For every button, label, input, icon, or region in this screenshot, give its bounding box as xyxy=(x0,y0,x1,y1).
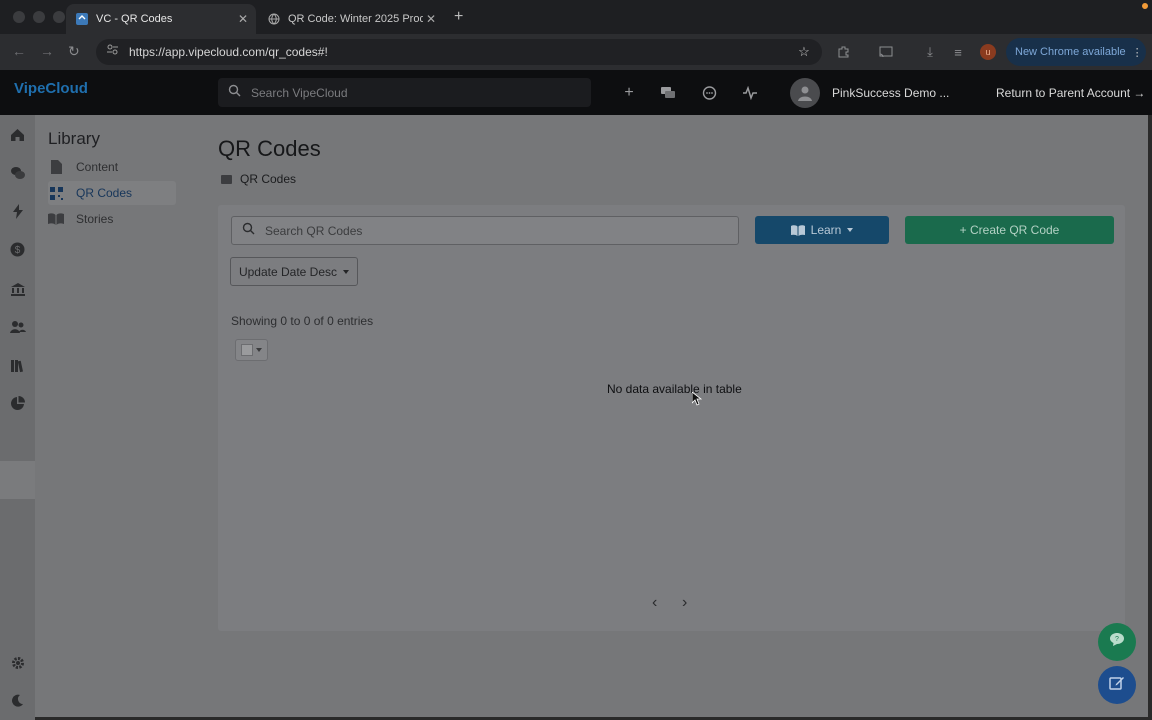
dark-mode-moon-icon[interactable] xyxy=(9,692,26,709)
bank-icon[interactable] xyxy=(9,280,26,297)
chevron-down-icon xyxy=(343,269,350,274)
kebab-menu-icon[interactable]: ⋮ xyxy=(1132,46,1143,59)
sort-order-dropdown[interactable]: Update Date Desc xyxy=(230,257,358,286)
activity-pulse-icon[interactable] xyxy=(740,83,760,103)
conversations-icon[interactable] xyxy=(658,83,678,103)
tab-title: VC - QR Codes xyxy=(96,13,173,25)
sidebar-item-label: Stories xyxy=(76,212,114,226)
search-placeholder: Search QR Codes xyxy=(265,223,363,238)
lightning-icon[interactable] xyxy=(9,203,26,220)
forward-arrow-icon[interactable]: → xyxy=(40,43,54,59)
qr-code-search-input[interactable]: Search QR Codes xyxy=(231,216,739,245)
new-tab-plus-icon[interactable]: + xyxy=(454,8,463,26)
reload-icon[interactable]: ↻ xyxy=(68,43,80,60)
compose-edit-button[interactable] xyxy=(1098,666,1136,704)
profile-initial: u xyxy=(985,47,991,57)
breadcrumb-label: QR Codes xyxy=(240,172,297,186)
breadcrumb[interactable]: QR Codes xyxy=(221,172,296,186)
window-minimize-dot[interactable] xyxy=(33,11,45,23)
contacts-icon[interactable] xyxy=(9,318,26,335)
page-title: QR Codes xyxy=(218,136,321,161)
app-header: VipeCloud Search VipeCloud + PinkSuccess… xyxy=(0,70,1152,115)
window-zoom-dot[interactable] xyxy=(53,11,65,23)
sidebar-item-qr-codes[interactable]: QR Codes xyxy=(48,181,176,205)
learn-dropdown-button[interactable]: Learn xyxy=(755,216,889,244)
bulk-select-checkbox[interactable] xyxy=(235,339,268,361)
global-search-input[interactable]: Search VipeCloud xyxy=(218,78,591,107)
address-bar[interactable]: https://app.vipecloud.com/qr_codes#! xyxy=(96,39,822,65)
sort-label: Update Date Desc xyxy=(238,264,338,279)
add-plus-icon[interactable]: + xyxy=(619,83,639,103)
window-close-dot[interactable] xyxy=(13,11,25,23)
checkbox[interactable] xyxy=(241,344,253,356)
profile-avatar[interactable]: u xyxy=(980,44,996,60)
open-book-icon xyxy=(48,211,64,227)
search-placeholder: Search VipeCloud xyxy=(251,85,348,100)
user-avatar[interactable] xyxy=(790,78,820,108)
dollar-icon[interactable]: $ xyxy=(9,241,26,258)
return-to-parent-link[interactable]: Return to Parent Account → xyxy=(996,86,1145,100)
window-edge xyxy=(1148,115,1152,720)
chevron-down-icon xyxy=(256,348,262,352)
book-icon xyxy=(790,224,805,236)
create-qr-code-button[interactable]: + Create QR Code xyxy=(905,216,1114,244)
extensions-icon[interactable] xyxy=(836,44,852,60)
chat-bubble-icon: ? xyxy=(1109,632,1125,652)
tab-close-icon[interactable]: ✕ xyxy=(426,12,436,26)
settings-gear-icon[interactable] xyxy=(9,654,26,671)
back-arrow-icon[interactable]: ← xyxy=(12,43,26,59)
url-text: https://app.vipecloud.com/qr_codes#! xyxy=(129,45,328,59)
search-icon xyxy=(228,84,241,102)
create-label: + Create QR Code xyxy=(959,223,1060,237)
edit-pencil-icon xyxy=(1109,675,1125,696)
tab-title: QR Code: Winter 2025 Produ xyxy=(288,13,423,25)
cast-icon[interactable] xyxy=(878,44,894,60)
rail-active-highlight xyxy=(0,461,35,499)
learn-label: Learn xyxy=(810,223,842,237)
tab-close-icon[interactable]: ✕ xyxy=(238,12,248,26)
folder-icon xyxy=(221,174,232,184)
recording-indicator-icon xyxy=(1142,3,1148,9)
entries-count-text: Showing 0 to 0 of 0 entries xyxy=(231,314,374,328)
chat-bubble-icon[interactable] xyxy=(699,83,719,103)
svg-text:?: ? xyxy=(1115,636,1119,643)
svg-text:$: $ xyxy=(15,245,21,256)
vipecloud-favicon-icon xyxy=(76,13,88,25)
site-settings-icon[interactable] xyxy=(106,43,119,61)
sidebar-item-stories[interactable]: Stories xyxy=(48,207,176,231)
search-icon xyxy=(242,222,255,240)
home-icon[interactable] xyxy=(9,126,26,143)
account-name[interactable]: PinkSuccess Demo ... xyxy=(832,86,949,100)
update-label: New Chrome available xyxy=(1015,46,1126,58)
chrome-update-button[interactable]: New Chrome available ⋮ xyxy=(1006,38,1146,66)
chevron-down-icon xyxy=(847,228,854,232)
sidebar-item-label: Content xyxy=(76,160,119,174)
chat-support-button[interactable]: ? xyxy=(1098,623,1136,661)
download-icon[interactable]: ⤓ xyxy=(922,44,938,60)
previous-page-button[interactable]: ‹ xyxy=(652,594,657,612)
library-books-icon[interactable] xyxy=(9,357,26,374)
browser-tab-bar: VC - QR Codes ✕ QR Code: Winter 2025 Pro… xyxy=(0,0,1152,34)
library-title: Library xyxy=(48,129,100,148)
icon-rail: $ xyxy=(0,115,35,720)
globe-favicon-icon xyxy=(268,13,280,25)
next-page-button[interactable]: › xyxy=(682,594,687,612)
sidebar-item-label: QR Codes xyxy=(76,186,133,200)
browser-tab-qr-code-winter[interactable]: QR Code: Winter 2025 Produ ✕ xyxy=(258,4,444,34)
bookmark-star-icon[interactable]: ☆ xyxy=(796,44,812,60)
reports-pie-icon[interactable] xyxy=(9,395,26,412)
reading-list-icon[interactable]: ≡ xyxy=(950,44,966,60)
empty-table-message: No data available in table xyxy=(607,382,742,396)
vipecloud-logo[interactable]: VipeCloud xyxy=(14,80,88,97)
qr-code-icon xyxy=(48,185,64,201)
document-icon xyxy=(48,159,64,175)
mouse-cursor-icon xyxy=(691,391,703,411)
browser-toolbar: ← → ↻ https://app.vipecloud.com/qr_codes… xyxy=(0,34,1152,70)
sidebar-item-content[interactable]: Content xyxy=(48,155,176,179)
messages-icon[interactable] xyxy=(9,164,26,181)
browser-tab-vc-qr-codes[interactable]: VC - QR Codes ✕ xyxy=(66,4,256,34)
